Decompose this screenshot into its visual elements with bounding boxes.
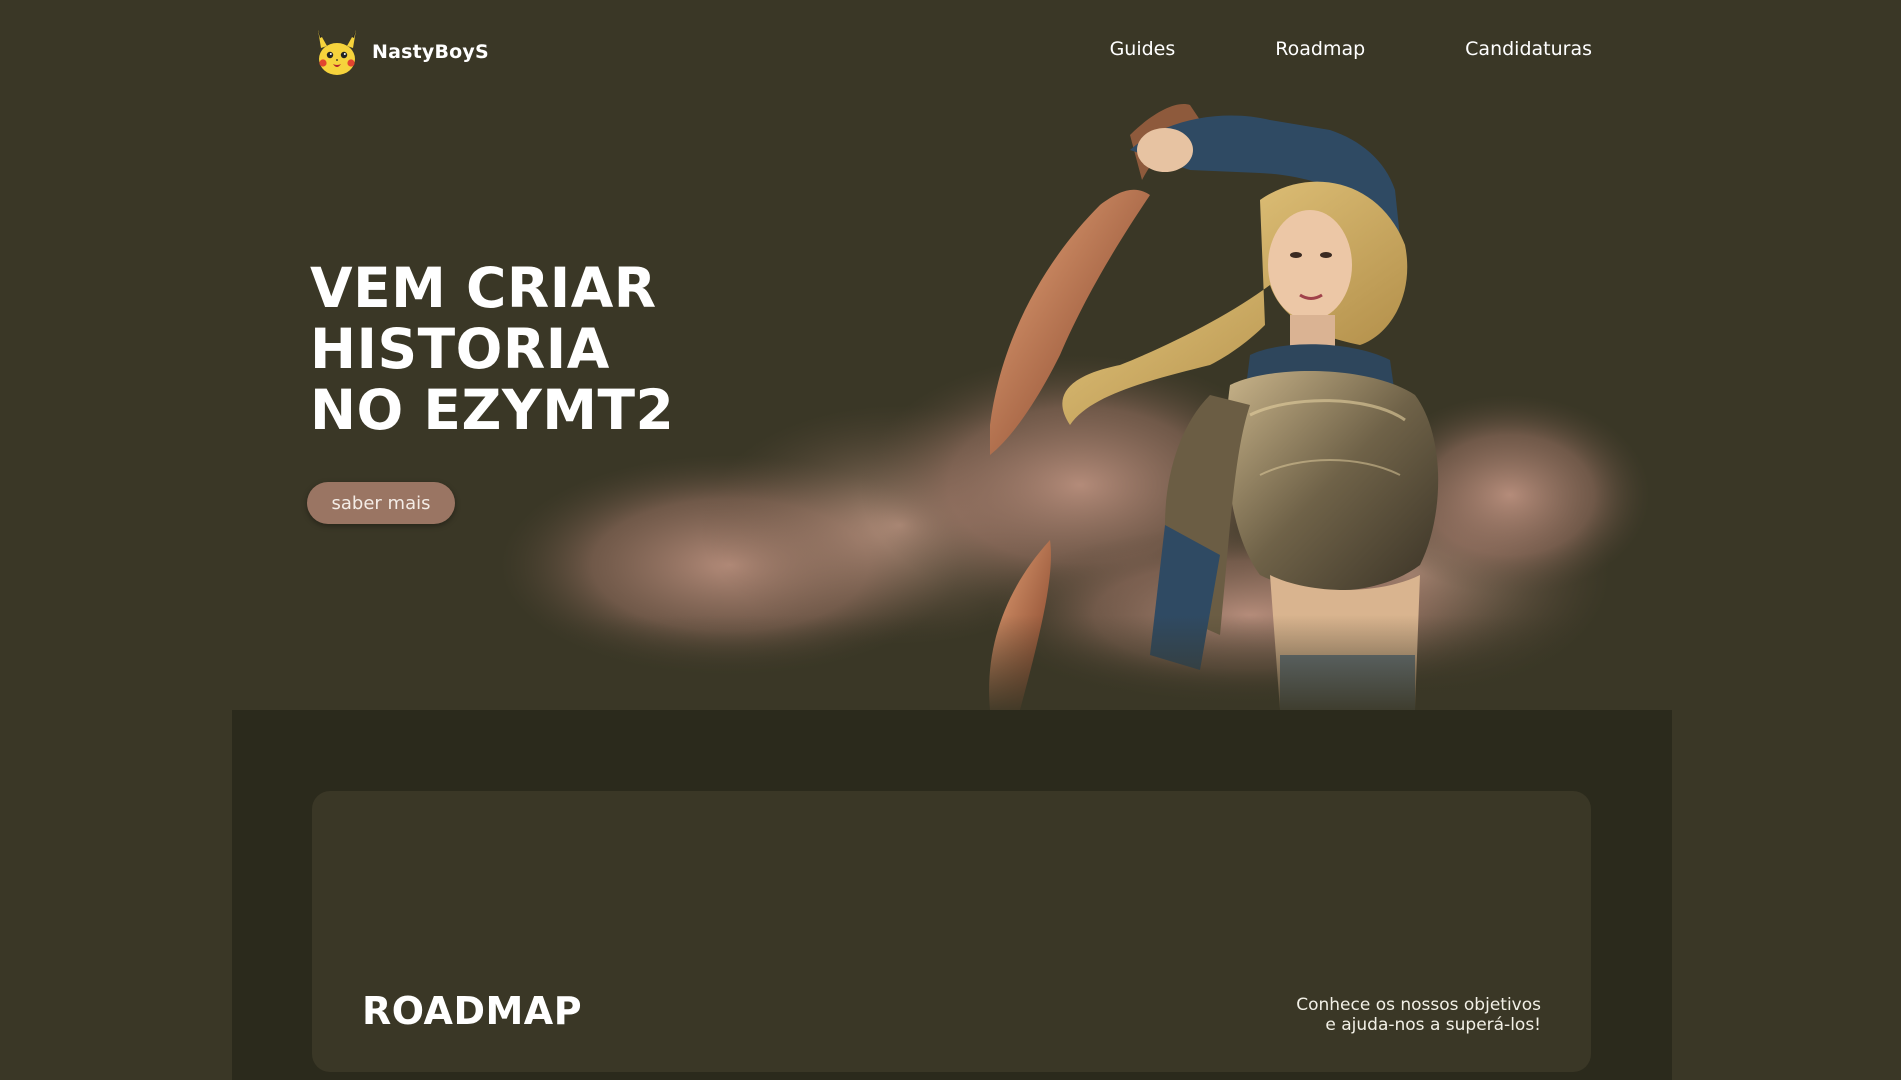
roadmap-description-line-1: Conhece os nossos objetivos [1296, 995, 1541, 1015]
nav-guides[interactable]: Guides [1110, 38, 1176, 60]
nav-roadmap[interactable]: Roadmap [1275, 38, 1365, 60]
roadmap-card: ROADMAP Conhece os nossos objetivos e aj… [312, 791, 1591, 1072]
roadmap-description-line-2: e ajuda-nos a superá-los! [1325, 1015, 1541, 1035]
saber-mais-button[interactable]: saber mais [307, 482, 455, 524]
roadmap-section: ROADMAP Conhece os nossos objetivos e aj… [232, 710, 1672, 1080]
site-header: NastyBoyS Guides Roadmap Candidaturas [312, 22, 1592, 78]
hero-title-line-3: NO EZYMT2 [310, 378, 675, 442]
hero-title: VEM CRIAR HISTORIA NO EZYMT2 [310, 258, 674, 441]
page: NastyBoyS Guides Roadmap Candidaturas VE… [0, 0, 1901, 1080]
nav-candidaturas[interactable]: Candidaturas [1465, 38, 1592, 60]
roadmap-description: Conhece os nossos objetivos e ajuda-nos … [1296, 995, 1541, 1035]
pikachu-icon [318, 30, 356, 75]
brand-link[interactable]: NastyBoyS [312, 26, 489, 78]
brand-name: NastyBoyS [372, 41, 489, 63]
hero-title-line-2: HISTORIA [310, 317, 610, 381]
main-nav: Guides Roadmap Candidaturas [1010, 38, 1592, 60]
roadmap-title: ROADMAP [362, 989, 583, 1033]
hero-title-line-1: VEM CRIAR [310, 256, 657, 320]
